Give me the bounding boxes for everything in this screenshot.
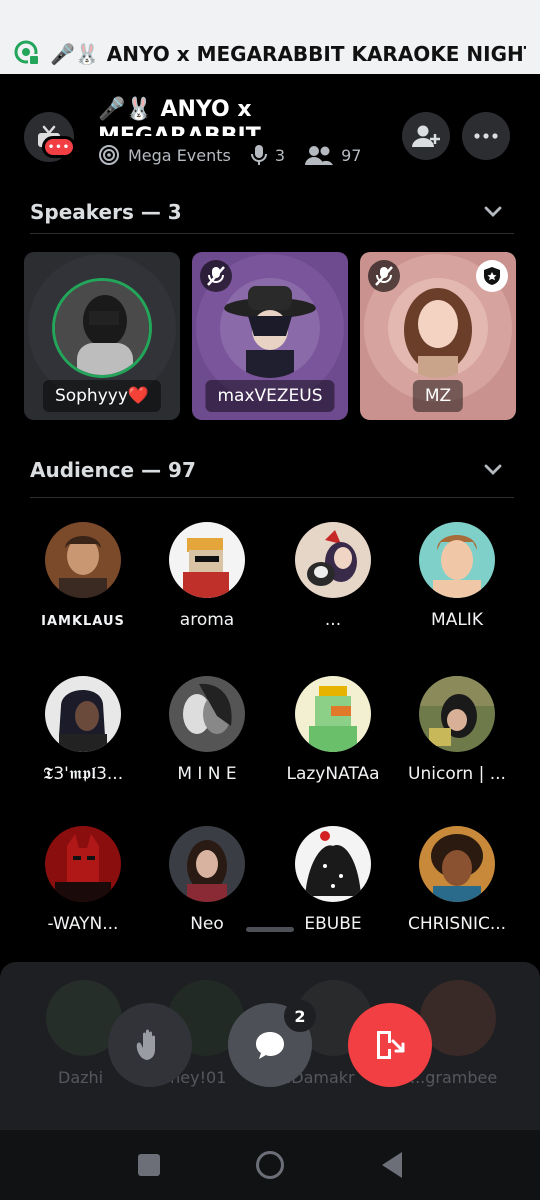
- chevron-down-icon[interactable]: [484, 206, 502, 218]
- add-person-icon: [412, 125, 440, 147]
- audience-member[interactable]: MALIK: [392, 522, 522, 630]
- audience-name: IAMKLAUS: [41, 614, 125, 629]
- audience-member[interactable]: M I N E: [142, 676, 272, 784]
- chat-bubble-icon: [256, 1032, 284, 1059]
- stage-title: 🎤🐰 ANYO x MEGARABBIT KARAOKE: [98, 97, 261, 136]
- audience-name: CHRISNIC...: [407, 914, 507, 934]
- listener-count: 97: [341, 145, 362, 165]
- avatar: [388, 278, 488, 378]
- avatar: [45, 676, 121, 752]
- stage-meta: Mega Events 3 97: [98, 144, 381, 166]
- audience-name: aroma: [179, 610, 235, 630]
- back-button[interactable]: [382, 1152, 402, 1178]
- audience-member[interactable]: LazyNATAa: [268, 676, 398, 784]
- audience-name: Unicorn | ...: [408, 764, 506, 784]
- avatar: [220, 278, 320, 378]
- audience-member[interactable]: Neo: [142, 826, 272, 934]
- avatar: [295, 676, 371, 752]
- avatar: [169, 676, 245, 752]
- avatar: [295, 522, 371, 598]
- server-name[interactable]: Mega Events: [128, 146, 231, 165]
- microphone-icon: [250, 144, 267, 166]
- speaker-card[interactable]: MZ: [360, 252, 516, 420]
- audience-section-header[interactable]: Audience — 97: [30, 442, 514, 498]
- audience-name: 𝕿3'𝖒𝖕𝖑3...: [42, 764, 124, 784]
- avatar: [169, 826, 245, 902]
- audience-member[interactable]: Unicorn | ...: [392, 676, 522, 784]
- muted-icon: [200, 260, 232, 292]
- speaker-name: Sophyyy❤️: [42, 380, 162, 412]
- speaker-count: 3: [274, 145, 286, 165]
- moderator-shield-icon: [476, 260, 508, 292]
- invite-button[interactable]: [402, 112, 450, 160]
- audience-name: LazyNATAa: [286, 764, 380, 784]
- avatar: [45, 522, 121, 598]
- avatar: [52, 278, 152, 378]
- audience-name: -WAYN...: [47, 914, 119, 934]
- audience-member[interactable]: CHRISNIC...: [392, 826, 522, 934]
- avatar: [45, 826, 121, 902]
- live-stage-icon: [14, 40, 40, 66]
- avatar: [419, 676, 495, 752]
- avatar: [169, 522, 245, 598]
- speakers-section-header[interactable]: Speakers — 3: [30, 190, 514, 234]
- notification-title: 🎤🐰 ANYO x MEGARABBIT KARAOKE NIGHT ...: [50, 42, 526, 66]
- leave-stage-button[interactable]: [348, 1003, 432, 1087]
- more-badge: •••: [42, 136, 76, 158]
- audience-name: M I N E: [177, 764, 237, 784]
- audience-member[interactable]: EBUBE: [268, 826, 398, 934]
- hand-icon: [136, 1029, 155, 1060]
- recents-button[interactable]: [138, 1154, 160, 1176]
- speakers-label: Speakers — 3: [30, 199, 182, 224]
- speakers-list: Sophyyy❤️ maxVEZEUS MZ: [24, 252, 516, 420]
- audience-label: Audience — 97: [30, 457, 196, 482]
- avatar: [419, 826, 495, 902]
- audience-name: Dazhi: [58, 1068, 104, 1087]
- people-icon: [305, 145, 334, 165]
- audience-member[interactable]: 𝕿3'𝖒𝖕𝖑3...: [18, 676, 148, 784]
- drag-handle[interactable]: [246, 927, 294, 932]
- speaker-card[interactable]: Sophyyy❤️: [24, 252, 180, 420]
- notification-bar[interactable]: 🎤🐰 ANYO x MEGARABBIT KARAOKE NIGHT ...: [0, 0, 540, 74]
- leave-icon: [377, 1031, 405, 1059]
- audience-member[interactable]: IAMKLAUS: [18, 522, 148, 629]
- speaker-name: MZ: [412, 380, 464, 412]
- audience-member[interactable]: aroma: [142, 522, 272, 630]
- muted-icon: [368, 260, 400, 292]
- stage-header: ••• 🎤🐰 ANYO x MEGARABBIT KARAOKE Mega Ev…: [0, 86, 540, 176]
- chevron-down-icon[interactable]: [484, 464, 502, 476]
- avatar: [419, 522, 495, 598]
- speaker-name: maxVEZEUS: [205, 380, 335, 412]
- speaker-card[interactable]: maxVEZEUS: [192, 252, 348, 420]
- home-button[interactable]: [256, 1151, 284, 1179]
- more-options-button[interactable]: [462, 112, 510, 160]
- audience-member[interactable]: -WAYN...: [18, 826, 148, 934]
- ellipsis-icon: [474, 133, 498, 139]
- unread-badge: 2: [284, 1000, 316, 1032]
- stage-broadcast-icon: [98, 144, 120, 166]
- audience-name: ...: [324, 610, 342, 630]
- avatar: [295, 826, 371, 902]
- audience-member[interactable]: ...: [268, 522, 398, 630]
- audience-name: MALIK: [431, 610, 483, 630]
- raise-hand-button[interactable]: [108, 1003, 192, 1087]
